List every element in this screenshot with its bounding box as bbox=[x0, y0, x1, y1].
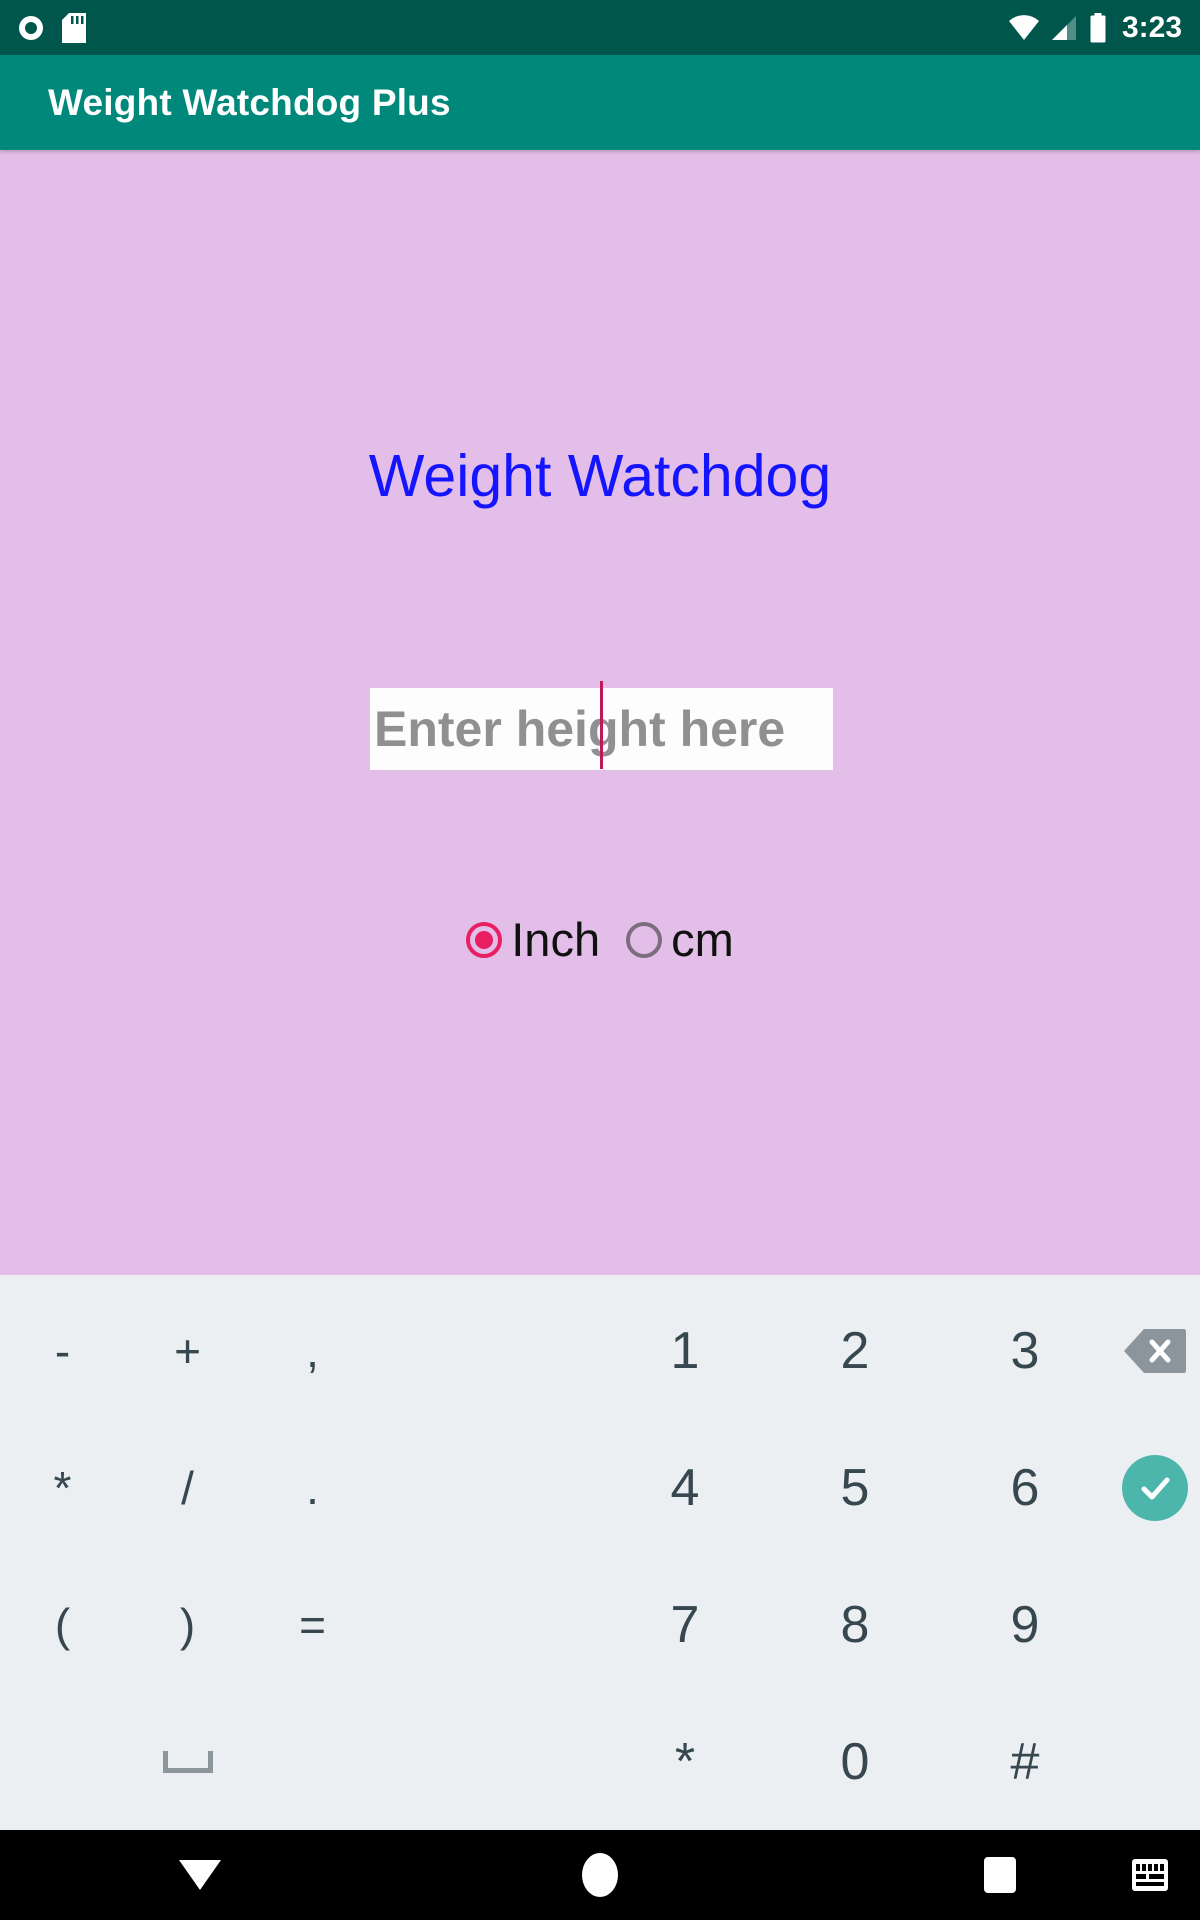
radio-inch-label: Inch bbox=[511, 913, 601, 966]
radio-option-inch[interactable]: Inch bbox=[466, 916, 600, 963]
text-caret bbox=[600, 681, 603, 769]
radio-option-cm[interactable]: cm bbox=[626, 916, 734, 963]
navigation-bar bbox=[0, 1830, 1200, 1920]
keyboard-row-4-blank-left bbox=[0, 1693, 125, 1830]
key-space[interactable] bbox=[125, 1693, 250, 1830]
screen-record-icon bbox=[18, 15, 44, 41]
key-asterisk-numeric[interactable]: * bbox=[600, 1693, 770, 1830]
home-icon bbox=[582, 1853, 618, 1897]
keyboard-row-4-blank-right bbox=[250, 1693, 375, 1830]
key-minus[interactable]: - bbox=[0, 1283, 125, 1420]
key-comma[interactable]: , bbox=[250, 1283, 375, 1420]
key-7[interactable]: 7 bbox=[600, 1557, 770, 1694]
keyboard-gap-4 bbox=[375, 1693, 600, 1830]
key-asterisk[interactable]: * bbox=[0, 1420, 125, 1557]
status-bar: 3:23 bbox=[0, 0, 1200, 55]
height-input-placeholder: Enter height here bbox=[374, 701, 786, 757]
key-slash[interactable]: / bbox=[125, 1420, 250, 1557]
recents-icon bbox=[984, 1857, 1016, 1893]
key-paren-close[interactable]: ) bbox=[125, 1557, 250, 1694]
keyboard-gap-1 bbox=[375, 1283, 600, 1420]
key-paren-open[interactable]: ( bbox=[0, 1557, 125, 1694]
key-hash[interactable]: # bbox=[940, 1693, 1110, 1830]
key-4[interactable]: 4 bbox=[600, 1420, 770, 1557]
hide-keyboard-icon bbox=[179, 1860, 221, 1890]
key-6[interactable]: 6 bbox=[940, 1420, 1110, 1557]
space-icon bbox=[162, 1750, 213, 1773]
status-bar-left-icons bbox=[18, 12, 86, 43]
keyboard-row-4: * 0 # bbox=[0, 1693, 1200, 1830]
keyboard-switch-icon[interactable] bbox=[1130, 1857, 1170, 1893]
key-1[interactable]: 1 bbox=[600, 1283, 770, 1420]
key-0[interactable]: 0 bbox=[770, 1693, 940, 1830]
keyboard-row-2: * / . 4 5 6 bbox=[0, 1420, 1200, 1557]
key-5[interactable]: 5 bbox=[770, 1420, 940, 1557]
numeric-keyboard: - + , 1 2 3 * / . 4 5 6 () = 7 8 9 * 0 … bbox=[0, 1275, 1200, 1830]
app-title: Weight Watchdog Plus bbox=[48, 81, 451, 123]
keyboard-row-3-action-placeholder bbox=[1110, 1557, 1200, 1694]
status-bar-right-icons: 3:23 bbox=[1008, 10, 1182, 44]
status-bar-clock: 3:23 bbox=[1121, 10, 1182, 44]
key-2[interactable]: 2 bbox=[770, 1283, 940, 1420]
radio-cm-mark[interactable] bbox=[626, 921, 663, 958]
app-content: Weight Watchdog Enter height here Inch c… bbox=[0, 150, 1200, 1275]
key-9[interactable]: 9 bbox=[940, 1557, 1110, 1694]
keyboard-row-3: ( ) = 7 8 9 bbox=[0, 1557, 1200, 1694]
key-8[interactable]: 8 bbox=[770, 1557, 940, 1694]
radio-cm-label: cm bbox=[671, 913, 734, 966]
app-bar: Weight Watchdog Plus bbox=[0, 55, 1200, 150]
key-backspace[interactable] bbox=[1110, 1283, 1200, 1420]
wifi-icon bbox=[1008, 14, 1039, 41]
android-screen: 3:23 Weight Watchdog Plus Weight Watchdo… bbox=[0, 0, 1200, 1920]
signal-icon bbox=[1050, 15, 1078, 41]
hide-keyboard-button[interactable] bbox=[0, 1860, 400, 1890]
home-button[interactable] bbox=[400, 1853, 800, 1897]
battery-icon bbox=[1089, 12, 1107, 43]
page-title: Weight Watchdog bbox=[368, 443, 832, 509]
radio-inch-mark[interactable] bbox=[466, 921, 503, 958]
unit-radio-group: Inch cm bbox=[0, 916, 1200, 963]
keyboard-row-1: - + , 1 2 3 bbox=[0, 1283, 1200, 1420]
backspace-icon bbox=[1124, 1327, 1186, 1375]
key-equals[interactable]: = bbox=[250, 1557, 375, 1694]
sd-card-icon bbox=[62, 12, 86, 43]
keyboard-row-4-action-placeholder bbox=[1110, 1693, 1200, 1830]
key-enter[interactable] bbox=[1110, 1420, 1200, 1557]
key-3[interactable]: 3 bbox=[940, 1283, 1110, 1420]
keyboard-gap-2 bbox=[375, 1420, 600, 1557]
key-period[interactable]: . bbox=[250, 1420, 375, 1557]
keyboard-gap-3 bbox=[375, 1557, 600, 1694]
key-plus[interactable]: + bbox=[125, 1283, 250, 1420]
check-icon bbox=[1122, 1455, 1188, 1522]
